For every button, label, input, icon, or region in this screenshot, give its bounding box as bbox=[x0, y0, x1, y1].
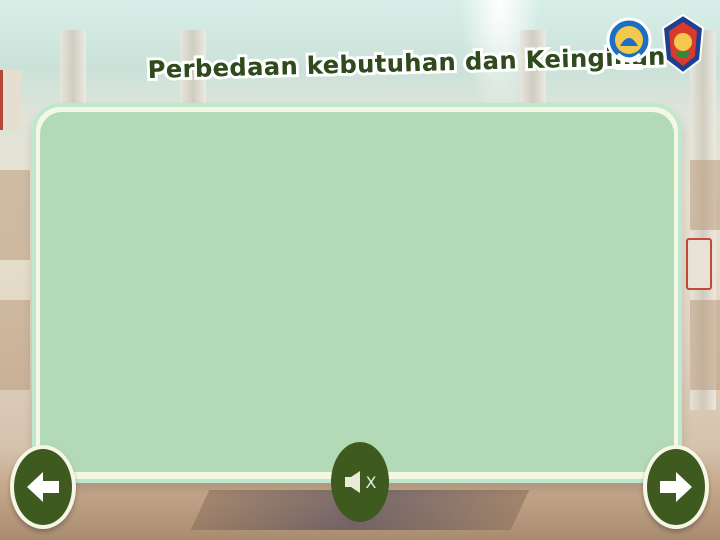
mute-x-mark: X bbox=[365, 472, 377, 492]
content-board bbox=[40, 112, 674, 472]
tut-wuri-handayani-logo bbox=[606, 17, 652, 70]
next-button[interactable] bbox=[643, 445, 709, 529]
arrow-left-icon bbox=[27, 472, 59, 502]
regional-government-seal-logo bbox=[661, 13, 705, 75]
mute-toggle-button[interactable]: X bbox=[331, 442, 389, 522]
arrow-right-icon bbox=[660, 472, 692, 502]
previous-button[interactable] bbox=[10, 445, 76, 529]
speaker-muted-icon bbox=[344, 471, 360, 493]
